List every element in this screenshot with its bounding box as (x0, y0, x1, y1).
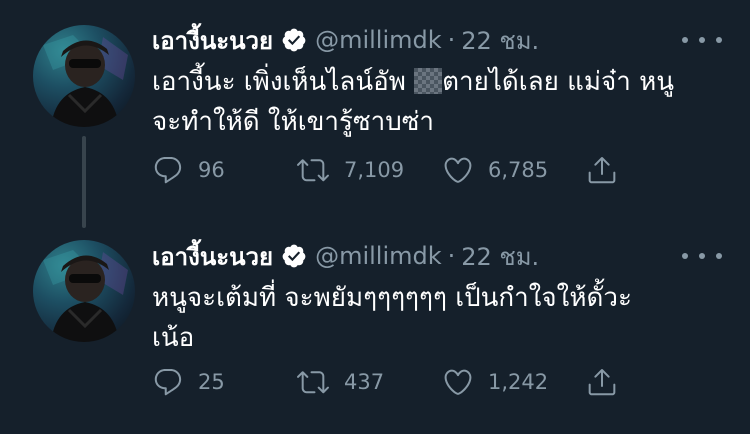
reply-button[interactable]: 96 (152, 152, 225, 188)
reply-icon (154, 156, 182, 184)
tweet-text-part: ตายได้เลย แม่จ๋า หนู (442, 67, 675, 97)
more-options-icon[interactable] (682, 34, 722, 46)
like-heart-icon (444, 369, 472, 395)
share-button[interactable] (586, 152, 618, 188)
tweet-text-part: จะทำให้ดี ให้เขารู้ซาบซ่า (152, 107, 434, 137)
timestamp[interactable]: 22 ชม. (461, 237, 539, 276)
share-button[interactable] (586, 364, 618, 400)
tweet-text-part: เน้อ (152, 323, 195, 353)
like-count: 6,785 (488, 158, 549, 182)
retweet-icon (297, 159, 329, 182)
tweet-text: หนูจะเต้มที่ จะพยัมๆๆๆๆๆๆ เป็นกำใจให้ดั้… (152, 278, 712, 358)
retweet-icon (297, 371, 329, 394)
tweet-actions: 96 7,109 6,785 (152, 152, 632, 188)
avatar[interactable] (33, 240, 135, 342)
like-heart-icon (444, 157, 472, 183)
handle[interactable]: @millimdk (315, 26, 442, 54)
tweet-2[interactable]: เอางี้นะนวย @millimdk · 22 ชม. หนูจะเต้ม… (0, 216, 750, 434)
like-button[interactable]: 6,785 (442, 152, 548, 188)
thread-connector-line (82, 136, 86, 228)
tweet-header: เอางี้นะนวย @millimdk · 22 ชม. (152, 22, 539, 58)
display-name[interactable]: เอางี้นะนวย (152, 21, 273, 60)
like-button[interactable]: 1,242 (442, 364, 548, 400)
avatar[interactable] (33, 25, 135, 127)
separator-dot: · (447, 26, 456, 54)
timestamp[interactable]: 22 ชม. (461, 21, 539, 60)
verified-badge-icon (282, 244, 306, 268)
separator-dot: · (447, 242, 456, 270)
reply-icon (154, 368, 182, 396)
tweet-text-part: เอางี้นะ เพิ่งเห็นไลน์อัพ (152, 67, 415, 97)
tweet-1[interactable]: เอางี้นะนวย @millimdk · 22 ชม. เอางี้นะ … (0, 0, 750, 228)
reply-count: 25 (198, 370, 225, 394)
blurred-image-icon (414, 68, 443, 94)
share-icon (588, 157, 616, 184)
retweet-button[interactable]: 7,109 (296, 152, 404, 188)
retweet-count: 7,109 (344, 158, 405, 182)
share-icon (588, 369, 616, 396)
handle[interactable]: @millimdk (315, 242, 442, 270)
display-name[interactable]: เอางี้นะนวย (152, 237, 273, 276)
tweet-text-part: หนูจะเต้มที่ จะพยัมๆๆๆๆๆๆ เป็นกำใจให้ดั้… (152, 283, 632, 313)
like-count: 1,242 (488, 370, 549, 394)
tweet-actions: 25 437 1,242 (152, 364, 632, 400)
verified-badge-icon (282, 28, 306, 52)
retweet-button[interactable]: 437 (296, 364, 384, 400)
retweet-count: 437 (344, 370, 385, 394)
more-options-icon[interactable] (682, 250, 722, 262)
reply-count: 96 (198, 158, 225, 182)
reply-button[interactable]: 25 (152, 364, 225, 400)
tweet-header: เอางี้นะนวย @millimdk · 22 ชม. (152, 238, 539, 274)
tweet-text: เอางี้นะ เพิ่งเห็นไลน์อัพ ตายได้เลย แม่จ… (152, 62, 712, 142)
